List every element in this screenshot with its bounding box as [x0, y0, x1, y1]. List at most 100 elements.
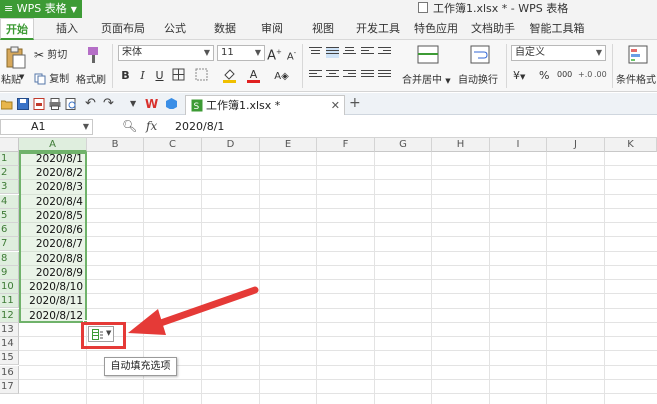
wrap-left-button[interactable]	[361, 47, 374, 58]
wrap-right-button[interactable]	[378, 47, 391, 58]
cloud-doc-icon[interactable]	[165, 97, 177, 109]
currency-button[interactable]: ¥▼	[513, 69, 525, 82]
cell-a3[interactable]: 2020/8/3	[20, 180, 85, 194]
column-header-b[interactable]: B	[87, 138, 144, 152]
conditional-format-icon[interactable]	[628, 45, 648, 68]
column-header-h[interactable]: H	[432, 138, 490, 152]
tab-review[interactable]: 审阅	[255, 18, 289, 40]
row-header-6[interactable]: 6	[0, 223, 19, 237]
cell-a6[interactable]: 2020/8/6	[20, 223, 85, 237]
tab-developer[interactable]: 开发工具	[352, 18, 404, 40]
grow-font-button[interactable]: A+	[267, 45, 282, 63]
align-middle-button[interactable]	[326, 47, 339, 58]
column-header-c[interactable]: C	[144, 138, 202, 152]
select-all-corner[interactable]	[0, 138, 19, 152]
new-tab-icon[interactable]: +	[349, 95, 361, 111]
row-header-4[interactable]: 4	[0, 195, 19, 209]
borders-button[interactable]	[171, 68, 186, 83]
font-size-select[interactable]: 11 ▼	[217, 45, 265, 61]
tab-home[interactable]: 开始	[0, 18, 34, 40]
row-header-17[interactable]: 17	[0, 380, 19, 394]
close-icon[interactable]: ✕	[331, 96, 340, 115]
column-header-k[interactable]: K	[605, 138, 657, 152]
cell-a8[interactable]: 2020/8/8	[20, 252, 85, 266]
row-header-14[interactable]: 14	[0, 337, 19, 351]
column-header-j[interactable]: J	[547, 138, 605, 152]
fill-pattern-button[interactable]	[194, 68, 209, 83]
decrease-decimal-button[interactable]: .00	[594, 70, 607, 79]
document-tab[interactable]: S 工作簿1.xlsx * ✕	[185, 95, 345, 115]
merge-center-button[interactable]: 合并居中 ▼	[402, 71, 451, 86]
cell-a11[interactable]: 2020/8/11	[20, 294, 85, 308]
row-header-9[interactable]: 9	[0, 266, 19, 280]
shrink-font-button[interactable]: A-	[284, 46, 299, 62]
cell-a4[interactable]: 2020/8/4	[20, 195, 85, 209]
row-header-11[interactable]: 11	[0, 294, 19, 308]
export-pdf-icon[interactable]	[33, 98, 45, 110]
cell-a10[interactable]: 2020/8/10	[20, 280, 85, 294]
tab-view[interactable]: 视图	[306, 18, 340, 40]
justify-button[interactable]	[361, 70, 374, 81]
align-top-button[interactable]	[309, 47, 322, 58]
column-header-a[interactable]: A	[19, 138, 87, 152]
row-header-1[interactable]: 1	[0, 152, 19, 166]
italic-button[interactable]: I	[135, 68, 150, 83]
row-header-3[interactable]: 3	[0, 180, 19, 194]
tab-insert[interactable]: 插入	[50, 18, 84, 40]
row-header-12[interactable]: 12	[0, 309, 19, 323]
tab-page-layout[interactable]: 页面布局	[97, 18, 149, 40]
row-header-10[interactable]: 10	[0, 280, 19, 294]
paste-dropdown-icon[interactable]: ▼	[19, 73, 24, 81]
number-format-select[interactable]: 自定义 ▼	[511, 45, 606, 61]
redo-icon[interactable]: ↷	[103, 96, 114, 111]
font-color-button[interactable]: A	[246, 67, 261, 83]
row-header-16[interactable]: 16	[0, 366, 19, 380]
align-center-button[interactable]	[326, 70, 339, 81]
customize-toolbar-icon[interactable]: ▼	[130, 99, 136, 108]
undo-icon[interactable]: ↶	[85, 96, 96, 111]
cell-a2[interactable]: 2020/8/2	[20, 166, 85, 180]
paste-button[interactable]	[3, 45, 27, 69]
copy-button[interactable]: 复制	[34, 70, 69, 85]
insert-function-button[interactable]: fx	[146, 119, 157, 133]
cell-a9[interactable]: 2020/8/9	[20, 266, 85, 280]
cell-a7[interactable]: 2020/8/7	[20, 237, 85, 251]
cell-a5[interactable]: 2020/8/5	[20, 209, 85, 223]
row-header-2[interactable]: 2	[0, 166, 19, 180]
cell-a12[interactable]: 2020/8/12	[20, 309, 85, 323]
wrap-text-button[interactable]: 自动换行	[458, 71, 498, 86]
tab-formulas[interactable]: 公式	[158, 18, 192, 40]
format-painter-label[interactable]: 格式刷	[76, 71, 106, 86]
clear-format-button[interactable]: A◈	[274, 68, 289, 83]
column-header-d[interactable]: D	[202, 138, 260, 152]
print-icon[interactable]	[49, 98, 61, 110]
conditional-format-button[interactable]: 条件格式	[616, 71, 656, 86]
print-preview-icon[interactable]	[65, 98, 77, 110]
paste-label[interactable]: 粘贴	[1, 71, 21, 86]
name-box[interactable]: A1 ▼	[0, 119, 93, 135]
thousands-separator-button[interactable]: 000	[557, 70, 572, 79]
increase-decimal-button[interactable]: +.0	[578, 70, 592, 79]
column-header-g[interactable]: G	[375, 138, 432, 152]
app-menu-button[interactable]: ≡ WPS 表格 ▼	[0, 0, 82, 18]
column-header-f[interactable]: F	[317, 138, 375, 152]
align-right-button[interactable]	[343, 70, 356, 81]
column-header-e[interactable]: E	[260, 138, 317, 152]
tab-smart-toolbox[interactable]: 智能工具箱	[524, 18, 590, 40]
row-header-5[interactable]: 5	[0, 209, 19, 223]
distributed-button[interactable]	[378, 70, 391, 81]
save-icon[interactable]	[17, 98, 29, 110]
zoom-icon[interactable]: 🔍︎	[122, 119, 137, 133]
tab-data[interactable]: 数据	[208, 18, 242, 40]
align-bottom-button[interactable]	[343, 47, 356, 58]
font-name-select[interactable]: 宋体 ▼	[118, 45, 214, 61]
cell-a1[interactable]: 2020/8/1	[20, 152, 85, 166]
row-header-7[interactable]: 7	[0, 237, 19, 251]
wrap-text-icon[interactable]	[470, 45, 490, 68]
tab-special-apps[interactable]: 特色应用	[410, 18, 462, 40]
row-header-8[interactable]: 8	[0, 252, 19, 266]
fill-color-button[interactable]	[222, 68, 237, 83]
row-header-15[interactable]: 15	[0, 351, 19, 365]
underline-button[interactable]: U	[152, 68, 167, 83]
bold-button[interactable]: B	[118, 68, 133, 83]
